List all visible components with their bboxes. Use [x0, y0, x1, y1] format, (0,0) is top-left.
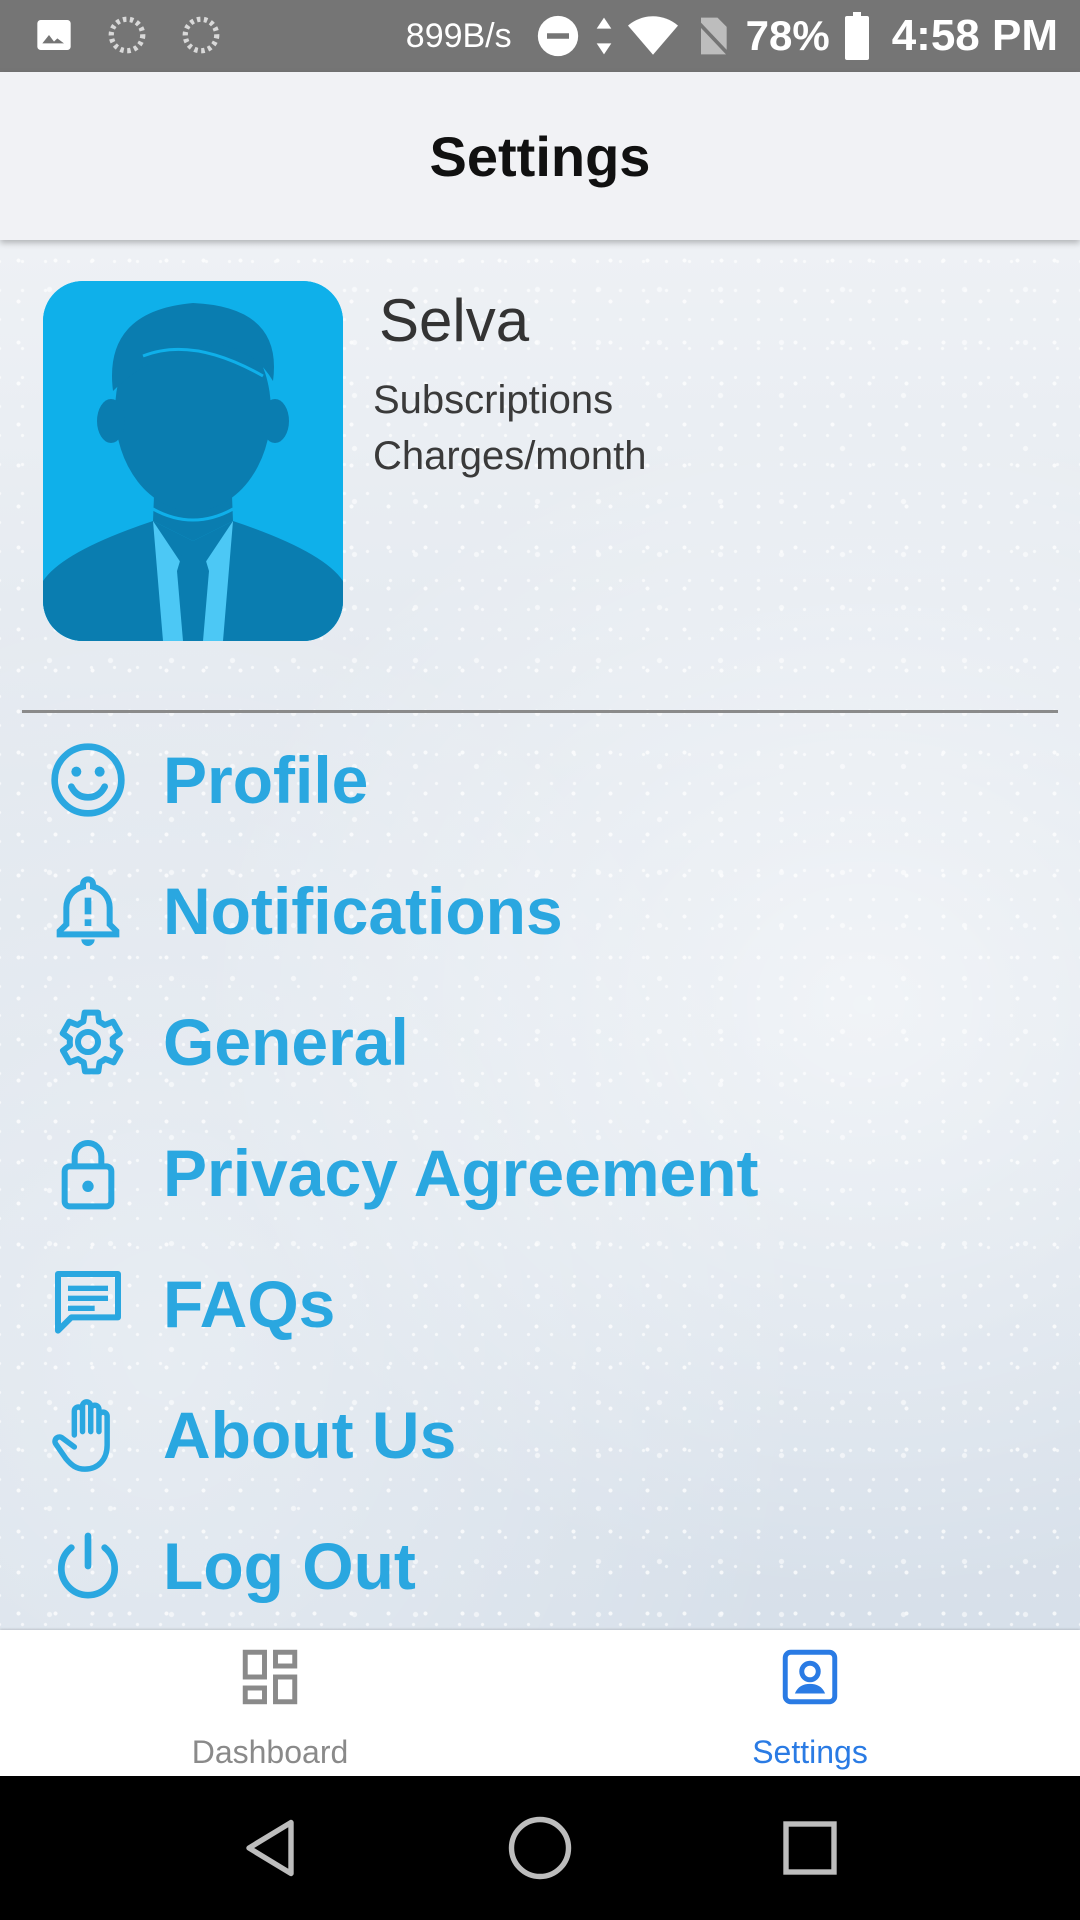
- menu-item-faqs[interactable]: FAQs: [0, 1244, 1080, 1364]
- status-bar-right: 899B/s 78% 4:58 PM: [406, 0, 1058, 72]
- back-icon[interactable]: [234, 1812, 306, 1884]
- person-avatar-icon: [43, 281, 343, 641]
- chat-icon: [44, 1260, 132, 1348]
- wifi-icon: [627, 16, 678, 55]
- screen: 899B/s 78% 4:58 PM Settings Selva Subscr…: [0, 0, 1080, 1920]
- menu-item-label: Notifications: [163, 874, 563, 948]
- subscriptions-label: Subscriptions: [373, 378, 614, 422]
- tab-dashboard[interactable]: Dashboard: [0, 1630, 540, 1776]
- dnd-icon: [537, 15, 578, 57]
- tab-label: Dashboard: [191, 1734, 349, 1770]
- status-bar-left: [34, 14, 222, 56]
- divider: [22, 710, 1058, 713]
- battery-icon: [844, 12, 869, 60]
- home-icon[interactable]: [504, 1812, 576, 1884]
- page-title: Settings: [429, 124, 651, 188]
- system-nav-bar: [0, 1776, 1080, 1920]
- menu-item-privacy-agreement[interactable]: Privacy Agreement: [0, 1113, 1080, 1233]
- clock: 4:58 PM: [891, 11, 1058, 60]
- settings-content: Selva Subscriptions Charges/month Profil…: [0, 240, 1080, 1630]
- status-bar: 899B/s 78% 4:58 PM: [0, 0, 1080, 72]
- menu-item-about-us[interactable]: About Us: [0, 1375, 1080, 1495]
- app-header: Settings: [0, 72, 1080, 240]
- dashboard-icon: [242, 1649, 298, 1705]
- charges-label: Charges/month: [373, 434, 647, 478]
- recents-icon[interactable]: [774, 1812, 846, 1884]
- gear-icon: [44, 998, 132, 1086]
- no-sim-icon: [693, 17, 730, 56]
- menu-item-label: Profile: [163, 743, 369, 817]
- user-name: Selva: [379, 287, 530, 354]
- menu-item-label: General: [163, 1005, 409, 1079]
- lock-icon: [44, 1129, 132, 1217]
- gallery-icon: [37, 20, 71, 50]
- tab-label: Settings: [752, 1734, 868, 1770]
- menu-item-log-out[interactable]: Log Out: [0, 1506, 1080, 1626]
- smiley-icon: [44, 736, 132, 824]
- menu-item-notifications[interactable]: Notifications: [0, 851, 1080, 971]
- menu-item-label: Privacy Agreement: [163, 1136, 759, 1210]
- bell-alert-icon: [44, 867, 132, 955]
- menu-item-label: FAQs: [163, 1267, 336, 1341]
- bottom-nav: Dashboard Settings: [0, 1630, 1080, 1776]
- account-box-icon: [782, 1649, 838, 1705]
- data-arrows-icon: [596, 17, 611, 55]
- loading-icon: [182, 16, 220, 54]
- menu-item-label: Log Out: [163, 1529, 416, 1603]
- menu-item-general[interactable]: General: [0, 982, 1080, 1102]
- power-icon: [44, 1522, 132, 1610]
- loading-icon: [108, 16, 146, 54]
- network-speed: 899B/s: [405, 16, 512, 55]
- avatar[interactable]: [43, 281, 343, 641]
- menu-item-label: About Us: [163, 1398, 457, 1472]
- battery-percent: 78%: [745, 12, 830, 59]
- tab-settings[interactable]: Settings: [540, 1630, 1080, 1776]
- hand-icon: [44, 1391, 132, 1479]
- menu-item-profile[interactable]: Profile: [0, 720, 1080, 840]
